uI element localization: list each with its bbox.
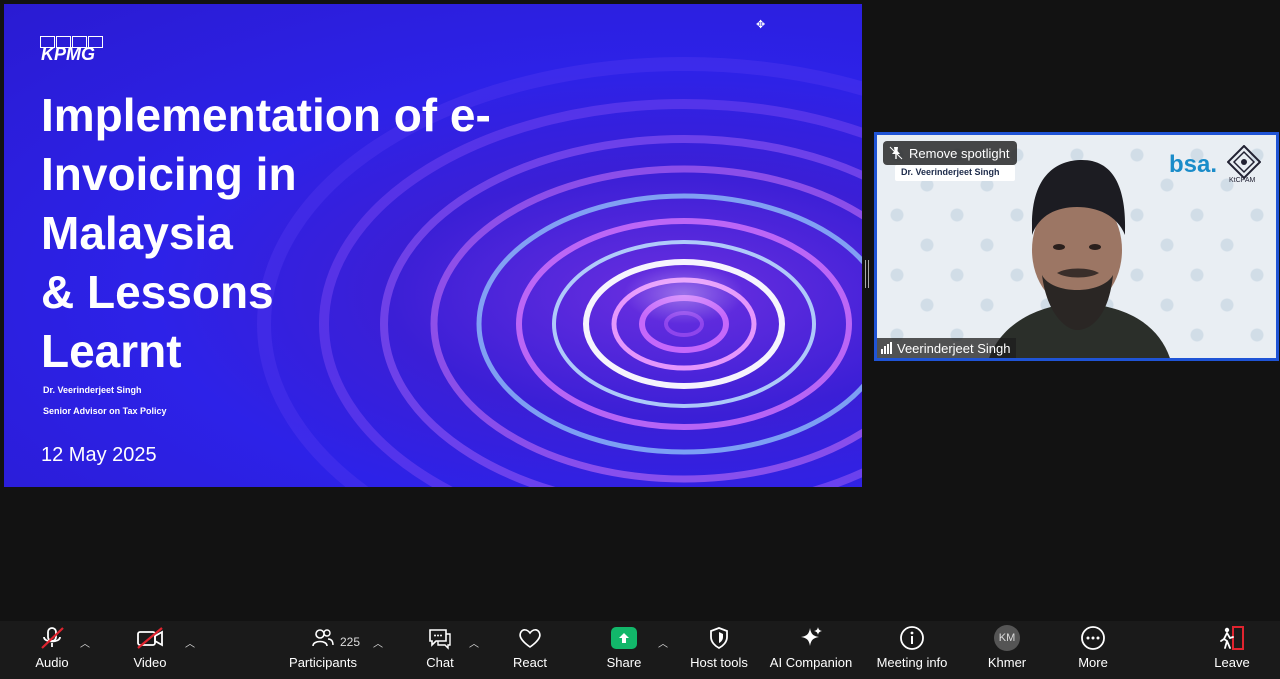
slide-presenter-name: Dr. Veerinderjeet Singh — [43, 385, 142, 395]
meeting-info-label: Meeting info — [876, 655, 948, 670]
participants-count: 225 — [340, 635, 361, 649]
host-tools-button[interactable]: Host tools — [688, 621, 750, 679]
language-avatar: KM — [994, 625, 1020, 651]
slide-presenter-role: Senior Advisor on Tax Policy — [43, 406, 167, 416]
share-button[interactable]: Share — [604, 621, 644, 679]
slide-title: Implementation of e- Invoicing in Malays… — [41, 89, 491, 377]
participant-name: Veerinderjeet Singh — [897, 340, 1011, 356]
remove-spotlight-button[interactable]: Remove spotlight — [883, 141, 1018, 165]
emblem-icon — [1227, 145, 1261, 180]
microphone-muted-icon — [41, 627, 64, 649]
video-options-chevron-up-icon[interactable]: ︿ — [185, 635, 195, 650]
info-icon — [900, 626, 924, 650]
video-label: Video — [133, 655, 167, 670]
panel-splitter-handle[interactable] — [865, 260, 869, 288]
react-label: React — [513, 655, 547, 670]
chat-options-chevron-up-icon[interactable]: ︿ — [469, 635, 479, 650]
slide-date: 12 May 2025 — [41, 444, 157, 466]
emblem-label: KtCPAM — [1229, 177, 1256, 184]
meeting-toolbar: Audio ︿ Video ︿ Participants 225 ︿ Chat … — [0, 621, 1280, 679]
leave-label: Leave — [1214, 655, 1250, 670]
language-label: Khmer — [987, 655, 1027, 670]
share-screen-icon — [611, 627, 637, 649]
more-icon — [1081, 626, 1105, 650]
connection-signal-icon — [881, 342, 892, 354]
remove-spotlight-label: Remove spotlight — [909, 145, 1010, 161]
participant-video — [989, 160, 1170, 358]
more-button[interactable]: More — [1073, 621, 1113, 679]
camera-off-icon — [137, 627, 163, 649]
audio-button[interactable]: Audio — [30, 621, 74, 679]
kpmg-logo: KPMG — [40, 36, 108, 66]
language-button[interactable]: KM Khmer — [984, 621, 1030, 679]
participants-label: Participants — [289, 655, 357, 670]
more-label: More — [1078, 655, 1108, 670]
chat-button[interactable]: Chat — [420, 621, 460, 679]
share-options-chevron-up-icon[interactable]: ︿ — [658, 635, 668, 650]
leave-door-icon — [1220, 626, 1244, 650]
react-button[interactable]: React — [510, 621, 550, 679]
share-label: Share — [606, 655, 642, 670]
shared-slide: KPMG Implementation of e- Invoicing in M… — [4, 4, 862, 487]
chat-label: Chat — [426, 655, 454, 670]
audio-label: Audio — [35, 655, 69, 670]
heart-icon — [519, 629, 541, 648]
ai-companion-button[interactable]: AI Companion — [768, 621, 854, 679]
participant-name-label: Veerinderjeet Singh — [877, 338, 1017, 358]
sparkle-icon — [801, 627, 822, 646]
host-tools-label: Host tools — [690, 655, 748, 670]
shield-icon — [710, 627, 728, 650]
audio-options-chevron-up-icon[interactable]: ︿ — [80, 635, 90, 650]
leave-button[interactable]: Leave — [1212, 621, 1252, 679]
meeting-info-button[interactable]: Meeting info — [872, 621, 952, 679]
participants-options-chevron-up-icon[interactable]: ︿ — [373, 635, 383, 650]
chat-icon — [429, 629, 451, 650]
video-button[interactable]: Video — [128, 621, 172, 679]
move-icon[interactable]: ✥ — [756, 18, 765, 31]
spotlight-video-tile[interactable]: Dr. Veerinderjeet Singh bsa. KtCPAM Remo… — [874, 132, 1279, 361]
participants-icon — [312, 629, 334, 647]
ai-companion-label: AI Companion — [769, 655, 853, 670]
pin-icon — [889, 146, 903, 160]
participants-button[interactable]: Participants — [288, 621, 358, 679]
